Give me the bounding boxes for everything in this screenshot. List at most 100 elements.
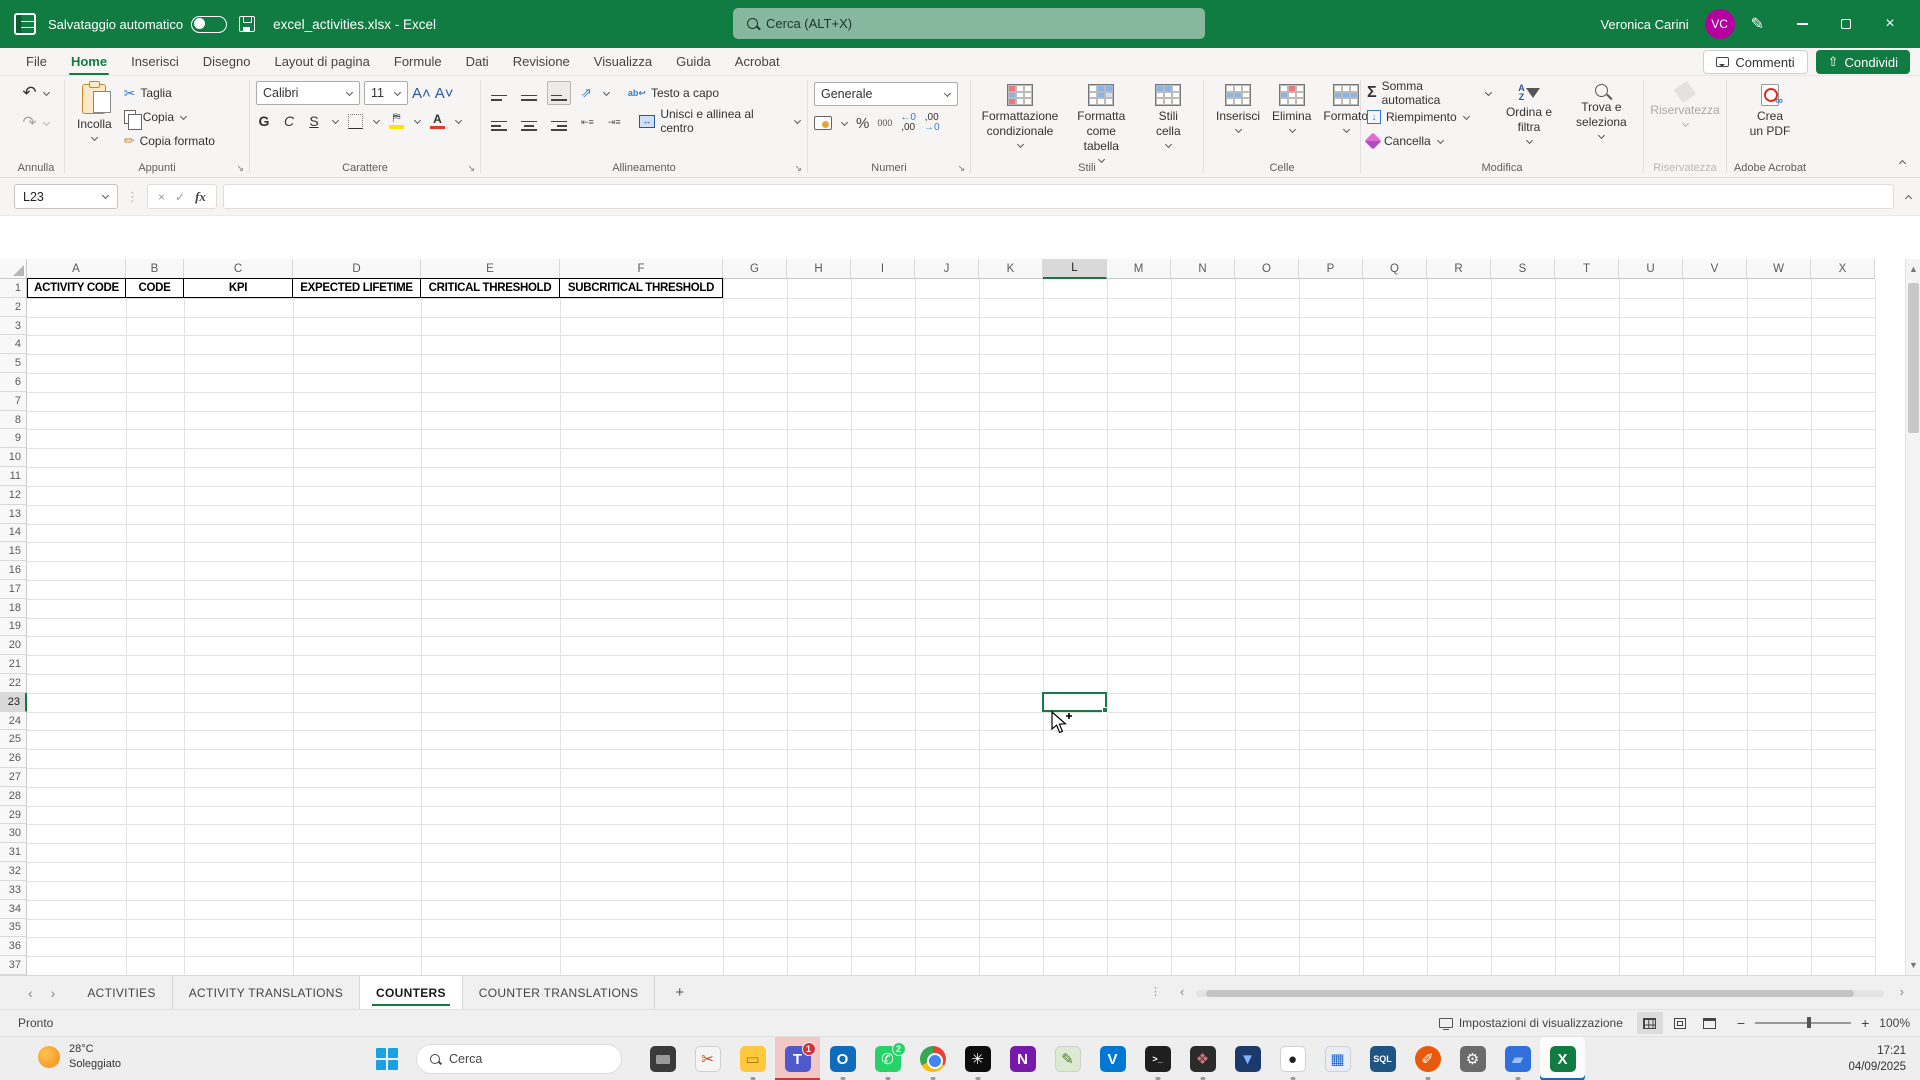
selected-cell-L23[interactable] bbox=[1042, 691, 1108, 713]
column-header-I[interactable]: I bbox=[851, 259, 915, 279]
insert-cells-button[interactable]: Inserisci bbox=[1210, 82, 1266, 136]
column-header-J[interactable]: J bbox=[915, 259, 979, 279]
start-button[interactable] bbox=[376, 1048, 398, 1070]
row-header-11[interactable]: 11 bbox=[0, 467, 27, 486]
number-format-select[interactable]: Generale bbox=[814, 82, 958, 106]
color-dev-icon[interactable]: ❖ bbox=[1180, 1037, 1225, 1080]
user-name[interactable]: Veronica Carini bbox=[1600, 17, 1688, 32]
align-center-button[interactable] bbox=[517, 107, 541, 134]
column-header-C[interactable]: C bbox=[184, 259, 293, 279]
undo-button[interactable]: ↶ bbox=[22, 82, 50, 104]
cell-styles-button[interactable]: Stili cella bbox=[1140, 82, 1197, 166]
column-header-S[interactable]: S bbox=[1491, 259, 1555, 279]
sensitivity-button[interactable]: Riservatezza bbox=[1650, 80, 1720, 130]
column-header-R[interactable]: R bbox=[1427, 259, 1491, 279]
number-dialog-launcher[interactable]: ↘ bbox=[957, 164, 965, 173]
vscode-icon[interactable]: V bbox=[1090, 1037, 1135, 1080]
font-color-button[interactable]: A bbox=[430, 113, 445, 130]
header-cell-F1[interactable]: SUBCRITICAL THRESHOLD bbox=[559, 278, 723, 298]
header-cell-B1[interactable]: CODE bbox=[125, 278, 184, 298]
fill-button[interactable]: ↓ Riempimento bbox=[1367, 106, 1492, 128]
search-box[interactable]: Cerca (ALT+X) bbox=[733, 8, 1205, 39]
align-middle-button[interactable] bbox=[517, 81, 541, 104]
teams-icon[interactable]: T1 bbox=[775, 1037, 820, 1080]
column-header-N[interactable]: N bbox=[1171, 259, 1235, 279]
chrome-icon[interactable] bbox=[910, 1037, 955, 1080]
menu-tab-dati[interactable]: Dati bbox=[454, 48, 501, 75]
header-cell-C1[interactable]: KPI bbox=[183, 278, 293, 298]
underline-dropdown[interactable] bbox=[331, 116, 340, 124]
column-header-W[interactable]: W bbox=[1747, 259, 1811, 279]
row-header-5[interactable]: 5 bbox=[0, 354, 27, 374]
formula-bar-expand-icon[interactable] bbox=[1904, 192, 1913, 206]
row-header-1[interactable]: 1 bbox=[0, 279, 27, 298]
wrap-text-button[interactable]: ab↩ Testo a capo bbox=[628, 82, 719, 104]
row-header-27[interactable]: 27 bbox=[0, 768, 27, 787]
row-header-4[interactable]: 4 bbox=[0, 335, 27, 355]
row-header-29[interactable]: 29 bbox=[0, 805, 27, 825]
row-header-33[interactable]: 33 bbox=[0, 880, 27, 900]
sheet-tab-counters[interactable]: COUNTERS bbox=[360, 976, 463, 1009]
row-header-3[interactable]: 3 bbox=[0, 316, 27, 336]
decrease-font-icon[interactable]: A˅ bbox=[435, 85, 454, 102]
menu-tab-home[interactable]: Home bbox=[59, 48, 119, 75]
column-header-H[interactable]: H bbox=[787, 259, 851, 279]
row-header-7[interactable]: 7 bbox=[0, 391, 27, 411]
row-header-17[interactable]: 17 bbox=[0, 579, 27, 599]
font-color-dropdown[interactable] bbox=[454, 116, 463, 124]
vertical-scrollbar[interactable]: ▲ ▼ bbox=[1905, 259, 1920, 975]
align-top-button[interactable] bbox=[487, 81, 511, 104]
column-header-M[interactable]: M bbox=[1107, 259, 1171, 279]
find-select-button[interactable]: Trova e seleziona bbox=[1566, 82, 1637, 152]
whatsapp-icon[interactable]: ✆ 2 bbox=[865, 1037, 910, 1080]
orientation-button[interactable]: ⇗ bbox=[577, 81, 596, 105]
phone-link-icon[interactable] bbox=[640, 1037, 685, 1080]
pen-mode-icon[interactable]: ✎ bbox=[1751, 14, 1764, 34]
column-header-U[interactable]: U bbox=[1619, 259, 1683, 279]
row-header-25[interactable]: 25 bbox=[0, 730, 27, 750]
sheet-tab-counter-translations[interactable]: COUNTER TRANSLATIONS bbox=[463, 976, 656, 1009]
row-header-31[interactable]: 31 bbox=[0, 843, 27, 863]
format-painter-button[interactable]: ✏ Copia formato bbox=[124, 130, 215, 152]
sheet-tab-activity-translations[interactable]: ACTIVITY TRANSLATIONS bbox=[173, 976, 361, 1009]
row-header-34[interactable]: 34 bbox=[0, 899, 27, 919]
alignment-dialog-launcher[interactable]: ↘ bbox=[794, 164, 802, 173]
paste-button[interactable]: Incolla bbox=[71, 81, 118, 152]
row-header-15[interactable]: 15 bbox=[0, 542, 27, 562]
format-as-table-button[interactable]: Formatta come tabella bbox=[1063, 82, 1140, 166]
sort-filter-button[interactable]: AZ Ordina e filtra bbox=[1496, 82, 1562, 152]
header-cell-A1[interactable]: ACTIVITY CODE bbox=[27, 278, 126, 298]
menu-tab-revisione[interactable]: Revisione bbox=[501, 48, 582, 75]
row-header-24[interactable]: 24 bbox=[0, 711, 27, 731]
delete-cells-button[interactable]: Elimina bbox=[1266, 82, 1317, 136]
add-sheet-button[interactable]: + bbox=[655, 976, 704, 1009]
redo-button[interactable]: ↷ bbox=[22, 112, 50, 134]
avatar[interactable]: VC bbox=[1704, 9, 1735, 39]
insert-function-icon[interactable]: fx bbox=[195, 189, 206, 205]
header-cell-E1[interactable]: CRITICAL THRESHOLD bbox=[420, 278, 560, 298]
row-header-6[interactable]: 6 bbox=[0, 373, 27, 392]
menu-tab-disegno[interactable]: Disegno bbox=[191, 48, 263, 75]
weather-widget[interactable]: 28°C Soleggiato bbox=[38, 1042, 121, 1072]
borders-dropdown[interactable] bbox=[372, 116, 381, 124]
fill-handle[interactable] bbox=[1102, 706, 1108, 713]
decrease-indent-button[interactable]: ⇤≡ bbox=[577, 110, 598, 132]
confirm-entry-icon[interactable]: ✓ bbox=[175, 190, 185, 204]
row-header-32[interactable]: 32 bbox=[0, 862, 27, 881]
row-header-36[interactable]: 36 bbox=[0, 937, 27, 957]
header-cell-D1[interactable]: EXPECTED LIFETIME bbox=[292, 278, 421, 298]
row-header-23[interactable]: 23 bbox=[0, 692, 27, 712]
column-header-B[interactable]: B bbox=[126, 259, 184, 279]
column-header-A[interactable]: A bbox=[27, 259, 126, 279]
page-layout-view-button[interactable] bbox=[1667, 1012, 1693, 1034]
prev-sheet-icon[interactable]: ‹ bbox=[28, 985, 33, 1001]
column-header-Q[interactable]: Q bbox=[1363, 259, 1427, 279]
select-all-corner[interactable] bbox=[0, 259, 27, 279]
minimize-button[interactable] bbox=[1780, 0, 1824, 48]
row-header-14[interactable]: 14 bbox=[0, 523, 27, 543]
cancel-entry-icon[interactable]: × bbox=[158, 190, 165, 204]
column-header-P[interactable]: P bbox=[1299, 259, 1363, 279]
terminal-icon[interactable]: >_ bbox=[1135, 1037, 1180, 1080]
hscroll-right-icon[interactable]: › bbox=[1900, 984, 1904, 999]
column-header-X[interactable]: X bbox=[1811, 259, 1875, 279]
